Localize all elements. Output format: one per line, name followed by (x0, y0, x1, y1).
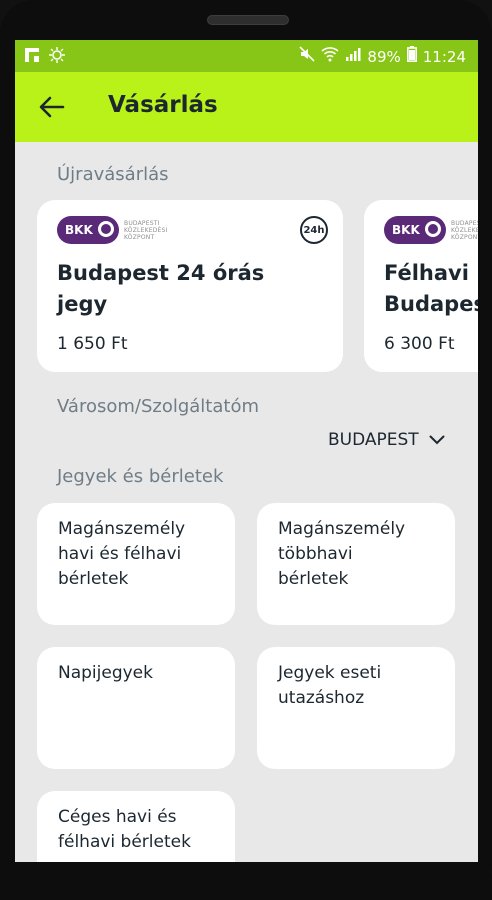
ticket-price: 6 300 Ft (384, 334, 455, 354)
app-bar: Vásárlás (15, 72, 478, 142)
rebuy-card[interactable]: BKK BUDAPESTI KÖZLEKEDÉSI KÖZPONT Félhav… (364, 200, 478, 372)
chevron-down-icon (429, 435, 445, 445)
ticket-price: 1 650 Ft (57, 334, 128, 354)
clock: 11:24 (422, 47, 466, 66)
arrow-left-icon (39, 96, 65, 118)
section-rebuy-label: Újravásárlás (57, 164, 169, 185)
signal-icon (345, 46, 361, 67)
wifi-icon (321, 46, 339, 67)
flipboard-icon (24, 47, 40, 68)
speaker-grille (207, 15, 289, 25)
ticket-title: Budapest 24 órás jegy (57, 261, 265, 316)
ticket-title: Félhavi Budapest (384, 261, 478, 316)
section-city-label: Városom/Szolgáltatóm (57, 396, 259, 417)
battery-icon (406, 46, 417, 67)
tile-label: Jegyek eseti utazáshoz (278, 663, 382, 708)
page-title: Vásárlás (108, 92, 218, 118)
main-content[interactable]: Újravásárlás BKK BUDAPESTI KÖZLEKEDÉSI K… (15, 142, 478, 862)
tile-label: Magánszemély többhavi bérletek (278, 519, 406, 589)
screen: 89% 11:24 Vásárlás Újravásárlás BKK BUDA… (15, 40, 478, 862)
24h-badge: 24h (300, 216, 328, 244)
ticket-category-tile[interactable]: Napijegyek (37, 647, 235, 769)
status-bar: 89% 11:24 (15, 40, 478, 72)
section-tickets-label: Jegyek és bérletek (57, 466, 224, 487)
brightness-icon (48, 46, 66, 69)
tile-label: Napijegyek (58, 663, 153, 683)
battery-percentage: 89% (367, 47, 401, 66)
back-button[interactable] (37, 92, 67, 122)
ticket-category-tile[interactable]: Jegyek eseti utazáshoz (257, 647, 455, 769)
city-selected-value: BUDAPEST (328, 430, 419, 450)
tile-label: Céges havi és félhavi bérletek (58, 807, 191, 852)
bkk-logo: BKK BUDAPESTI KÖZLEKEDÉSI KÖZPONT (384, 216, 478, 244)
city-selector[interactable]: BUDAPEST (328, 430, 445, 450)
rebuy-card[interactable]: BKK BUDAPESTI KÖZLEKEDÉSI KÖZPONT 24h Bu… (37, 200, 343, 372)
ticket-category-tile[interactable]: Céges havi és félhavi bérletek (37, 791, 235, 862)
tile-label: Magánszemély havi és félhavi bérletek (58, 519, 186, 589)
ticket-category-tile[interactable]: Magánszemély többhavi bérletek (257, 503, 455, 625)
phone-frame: 89% 11:24 Vásárlás Újravásárlás BKK BUDA… (0, 0, 492, 900)
mute-icon (299, 46, 315, 67)
bkk-logo: BKK BUDAPESTI KÖZLEKEDÉSI KÖZPONT (57, 216, 168, 244)
ticket-category-tile[interactable]: Magánszemély havi és félhavi bérletek (37, 503, 235, 625)
bottom-bezel (0, 874, 492, 900)
